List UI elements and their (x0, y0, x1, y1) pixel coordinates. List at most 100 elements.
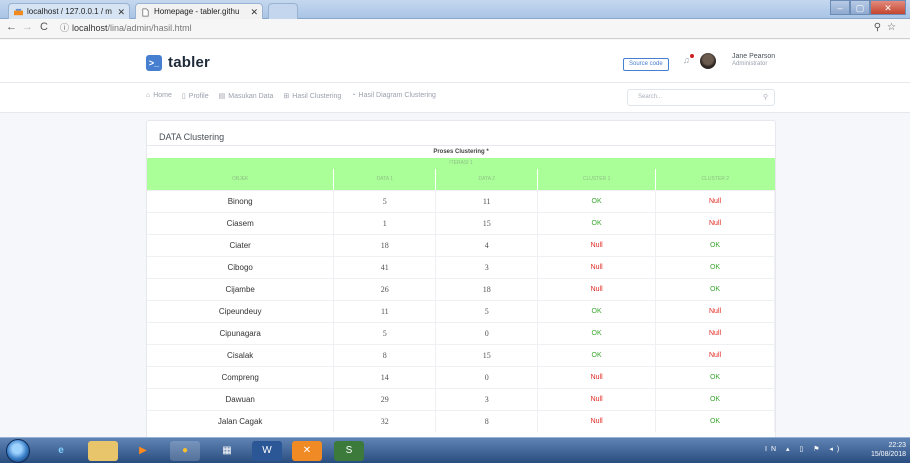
search-icon[interactable]: ⚲ (763, 90, 768, 105)
cell-cluster1: OK (537, 299, 657, 322)
table-row: Cijambe 26 18 Null OK (147, 277, 775, 300)
cell-data2: 3 (435, 255, 539, 278)
calculator-icon[interactable]: ▦ (212, 441, 242, 461)
card-title: DATA Clustering (159, 132, 225, 142)
cell-data2: 11 (435, 189, 539, 212)
word-icon[interactable]: W (252, 441, 282, 461)
column-header: DATA 1 (333, 169, 437, 190)
avatar[interactable] (700, 53, 716, 69)
phpmyadmin-icon (14, 8, 23, 16)
cell-data1: 8 (333, 343, 437, 366)
cell-objek: Compreng (147, 365, 335, 388)
table-row: Binong 5 11 OK Null (147, 189, 775, 212)
cell-objek: Ciasem (147, 211, 335, 234)
nav-item-home[interactable]: ⌂ Home (146, 92, 172, 100)
cell-data1: 41 (333, 255, 437, 278)
source-code-button[interactable]: Source code (623, 58, 669, 71)
chrome-icon[interactable]: ● (170, 441, 200, 461)
page-icon (142, 8, 149, 17)
minimize-button[interactable]: – (830, 0, 850, 15)
new-tab-button[interactable] (268, 3, 298, 19)
cell-data1: 1 (333, 211, 437, 234)
cell-cluster1: OK (537, 211, 657, 234)
sublime-icon[interactable]: S (334, 441, 364, 461)
cell-objek: Cibogo (147, 255, 335, 278)
bell-icon[interactable]: ♫ (683, 55, 690, 65)
cell-data2: 0 (435, 321, 539, 344)
cell-cluster2: OK (655, 365, 775, 388)
media-player-icon[interactable]: ▶ (128, 441, 158, 461)
brand[interactable]: >_ tabler (146, 54, 210, 71)
search-placeholder: Search... (638, 94, 663, 100)
cell-data1: 32 (333, 409, 437, 432)
tab-title: localhost / 127.0.0.1 / m (27, 7, 112, 16)
tab-homepage[interactable]: Homepage - tabler.githu ✕ (135, 3, 263, 19)
cell-data2: 5 (435, 299, 539, 322)
main-nav: ⌂ Home ▯ Profile ▤ Masukan Data ⊞ Hasil Clus… (0, 83, 910, 113)
forward-arrow-icon[interactable]: → (22, 21, 33, 33)
table-row: Jalan Cagak 32 8 Null OK (147, 409, 775, 432)
nav-item-profile[interactable]: ▯ Profile (182, 92, 209, 100)
table-row: Cipunagara 5 0 OK Null (147, 321, 775, 344)
user-role: Administrator (732, 61, 768, 67)
ie-icon[interactable]: e (46, 441, 76, 461)
cell-cluster2: OK (655, 277, 775, 300)
column-header: OBJEK (147, 169, 335, 190)
column-header: CLUSTER 1 (537, 169, 657, 190)
nav-label: Home (153, 92, 172, 99)
cell-data2: 0 (435, 365, 539, 388)
clock-date: 15/08/2018 (870, 451, 906, 458)
cell-data1: 29 (333, 387, 437, 410)
zoom-icon[interactable]: ⚲ (874, 22, 887, 33)
grid-icon: ⊞ (283, 93, 290, 100)
cell-cluster2: OK (655, 387, 775, 410)
maximize-button[interactable]: ▢ (850, 0, 870, 15)
cell-data1: 18 (333, 233, 437, 256)
close-icon[interactable]: ✕ (250, 4, 258, 19)
close-icon[interactable]: ✕ (117, 4, 125, 19)
nav-item-hasil-clustering[interactable]: ⊞ Hasil Clustering (283, 92, 341, 100)
nav-label: Profile (188, 93, 209, 100)
cell-cluster1: Null (537, 365, 657, 388)
cell-cluster1: OK (537, 343, 657, 366)
back-arrow-icon[interactable]: ← (6, 21, 17, 33)
star-icon[interactable]: ☆ (887, 22, 902, 33)
cell-cluster2: OK (655, 409, 775, 432)
info-icon[interactable]: ⓘ (60, 23, 69, 33)
table-row: Cisalak 8 15 OK Null (147, 343, 775, 366)
url-host: localhost (72, 23, 108, 33)
reload-icon[interactable]: C (40, 21, 48, 33)
address-bar: ← → C ⓘ localhost/lina/admin/hasil.html ⚲… (0, 19, 910, 39)
cell-objek: Cijambe (147, 277, 335, 300)
iteration-label: ITERASI 1 (147, 158, 775, 169)
column-header: DATA 2 (435, 169, 539, 190)
nav-item-hasil-diagram[interactable]: ◔ Hasil Diagram Clustering (351, 92, 436, 100)
cell-data1: 14 (333, 365, 437, 388)
clustering-table: OBJEK DATA 1 DATA 2 CLUSTER 1 CLUSTER 2 … (147, 169, 775, 432)
user-name[interactable]: Jane Pearson (732, 53, 775, 60)
start-button[interactable] (6, 439, 30, 463)
xampp-icon[interactable]: ✕ (292, 441, 322, 461)
cell-cluster2: Null (655, 299, 775, 322)
cell-cluster2: Null (655, 211, 775, 234)
clock[interactable]: 22:23 15/08/2018 (871, 441, 906, 459)
table-row: Cibogo 41 3 Null OK (147, 255, 775, 278)
table-body: Binong 5 11 OK Null Ciasem 1 15 OK Null Ciater 18 4 N… (147, 189, 775, 432)
folder-icon[interactable] (88, 441, 118, 461)
cell-data2: 18 (435, 277, 539, 300)
url-path: /lina/admin/hasil.html (107, 23, 192, 33)
tab-phpmyadmin[interactable]: localhost / 127.0.0.1 / m ✕ (8, 3, 130, 19)
lang-indicator[interactable]: IN (765, 446, 780, 453)
cell-data1: 11 (333, 299, 437, 322)
table-row: Ciasem 1 15 OK Null (147, 211, 775, 234)
cell-cluster2: OK (655, 233, 775, 256)
cell-objek: Binong (147, 189, 335, 212)
system-tray: IN ▴ ▯ ⚑ ◂) (765, 446, 844, 453)
search-input[interactable]: Search... ⚲ (627, 89, 775, 106)
url-field[interactable]: ⓘ localhost/lina/admin/hasil.html (60, 21, 870, 36)
close-window-button[interactable]: ✕ (870, 0, 906, 15)
cell-cluster1: Null (537, 277, 657, 300)
nav-item-masukan-data[interactable]: ▤ Masukan Data (219, 92, 274, 100)
cell-data1: 26 (333, 277, 437, 300)
home-icon: ⌂ (146, 92, 151, 99)
